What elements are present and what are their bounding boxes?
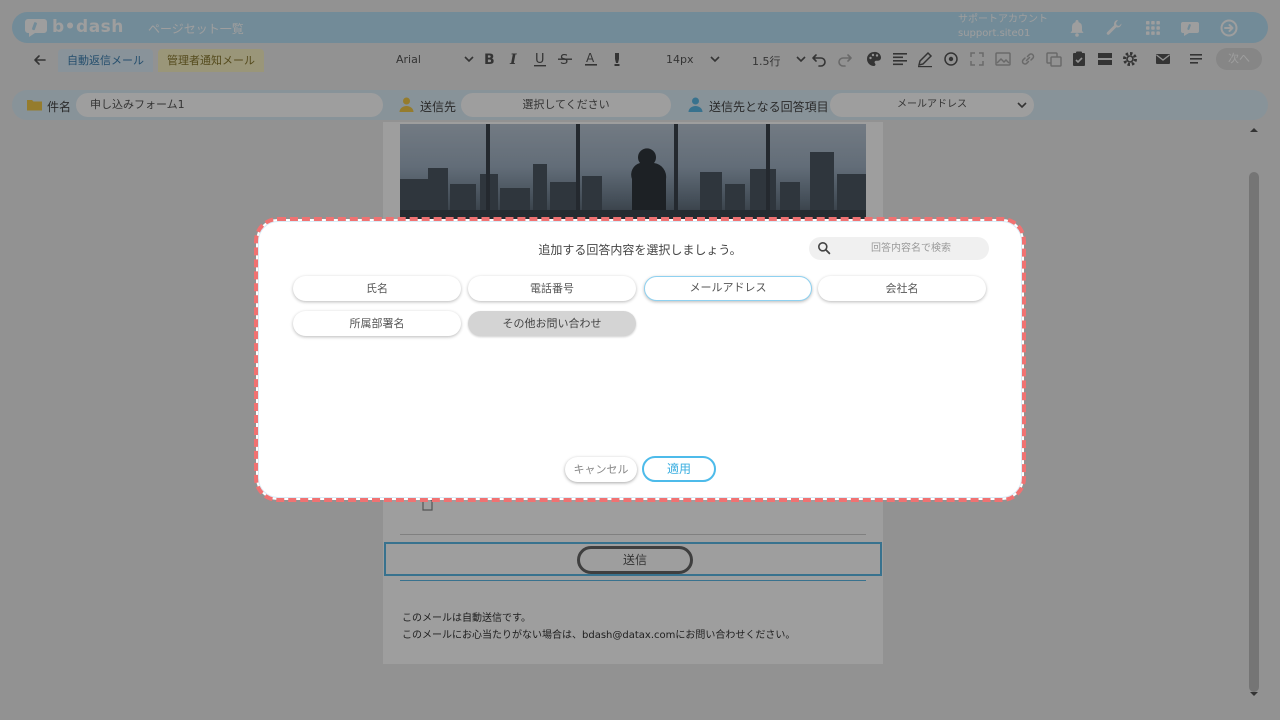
answer-item-select-dialog: 追加する回答内容を選択しましょう。 氏名 電話番号 メールアドレス 会社名 所属… [254,217,1026,502]
chip-department[interactable]: 所属部署名 [293,311,461,336]
dialog-border [258,221,1022,498]
answer-search-box[interactable] [809,237,989,260]
chip-email[interactable]: メールアドレス [644,276,812,301]
chip-company[interactable]: 会社名 [818,276,986,301]
cancel-button[interactable]: キャンセル [565,457,637,482]
chip-phone[interactable]: 電話番号 [468,276,636,301]
chip-name[interactable]: 氏名 [293,276,461,301]
chip-other-inquiry[interactable]: その他お問い合わせ [468,311,636,336]
apply-button[interactable]: 適用 [642,456,716,482]
search-icon [818,242,831,255]
answer-search-input[interactable] [839,239,983,258]
